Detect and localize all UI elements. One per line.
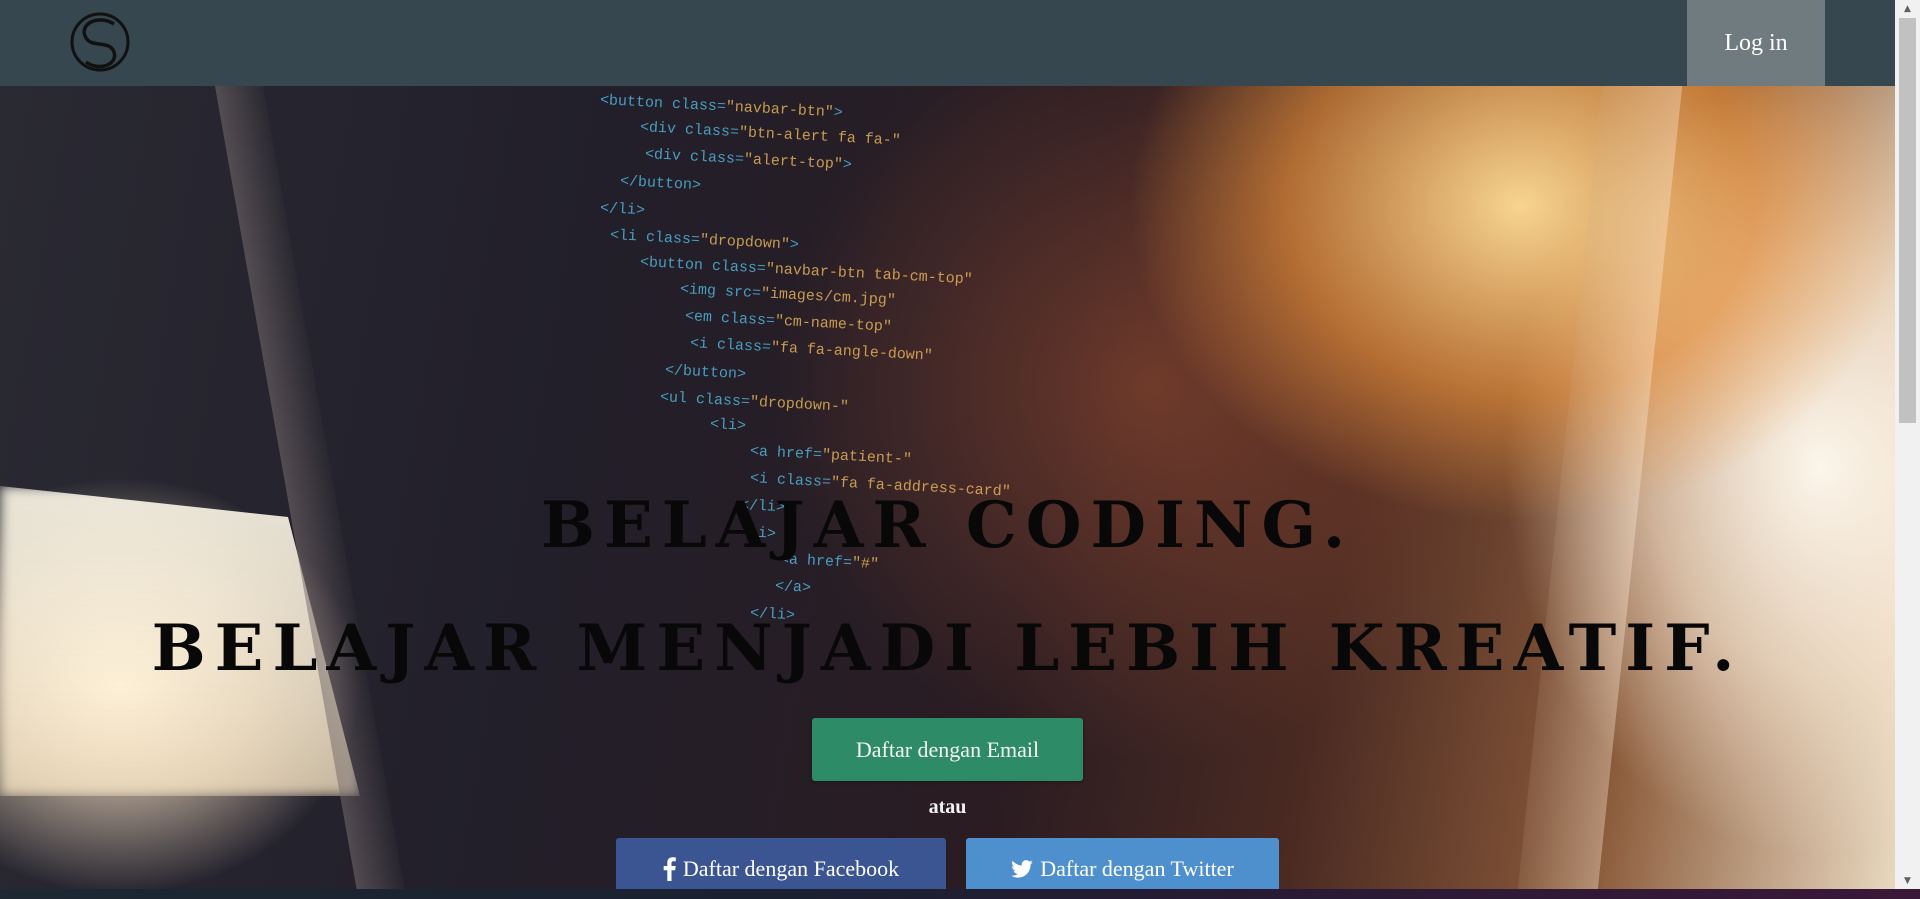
code-line: <img src="images/cm.jpg" [679,281,897,310]
separator-text: atau [928,796,967,818]
scrollbar-thumb[interactable] [1899,18,1916,423]
code-line: <button class="navbar-btn"> [599,92,844,122]
code-line: </li> [599,200,646,220]
signup-twitter-button[interactable]: Daftar dengan Twitter [966,838,1279,889]
navbar: Log in [0,0,1895,86]
scrollbar[interactable]: ▲ ▼ [1895,0,1920,889]
login-button[interactable]: Log in [1687,0,1825,86]
code-line: <div class="btn-alert fa fa-" [639,119,902,150]
hero-section: <button class="navbar-btn"> <div class="b… [0,86,1895,889]
signup-facebook-label: Daftar dengan Facebook [682,856,900,881]
code-line: <div class="alert-top"> [644,146,853,174]
scroll-down-arrow-icon[interactable]: ▼ [1895,872,1920,889]
code-line: <ul class="dropdown-" [659,389,850,416]
facebook-icon [663,857,676,881]
code-line: <em class="cm-name-top" [684,308,893,336]
code-line: <a href="patient-" [749,443,913,469]
signup-facebook-button[interactable]: Daftar dengan Facebook [616,838,946,889]
signup-email-button[interactable]: Daftar dengan Email [812,718,1083,781]
code-line: <i class="fa fa-angle-down" [689,335,934,365]
headline-primary: BELAJAR CODING. [540,488,1355,563]
taskbar-strip [0,889,1920,899]
twitter-icon [1011,860,1034,878]
code-line: </a> [774,578,812,597]
headline-secondary: BELAJAR MENJADI LEBIH KREATIF. [151,611,1744,686]
code-line: </button> [664,362,747,384]
code-line: </button> [619,173,702,195]
signup-twitter-label: Daftar dengan Twitter [1040,856,1234,881]
code-line: <li class="dropdown"> [609,227,800,254]
s-circle-logo-icon[interactable] [68,10,132,74]
code-line: <li> [709,416,747,435]
scroll-up-arrow-icon[interactable]: ▲ [1895,0,1920,17]
